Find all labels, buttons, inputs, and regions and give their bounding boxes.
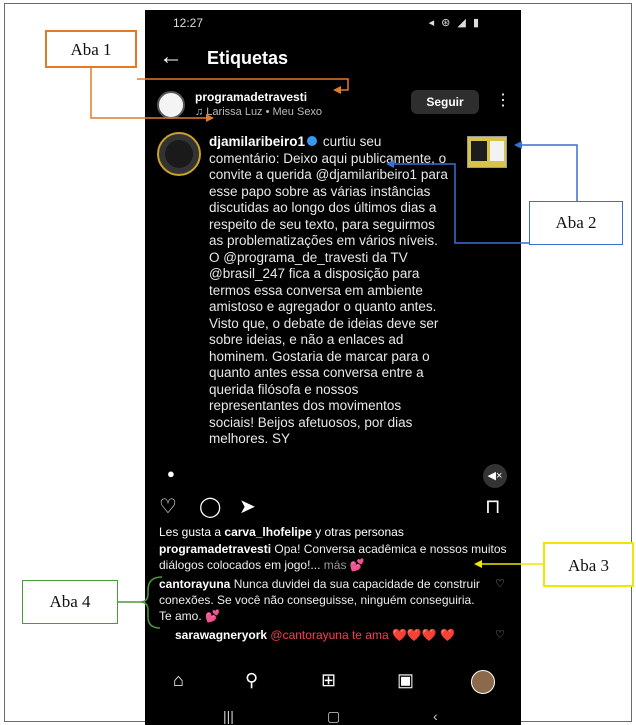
connector-aba-1-b [137, 78, 349, 91]
arrowhead-aba-2 [386, 160, 394, 168]
annotation-connectors [90, 68, 578, 629]
connector-aba-1 [90, 68, 208, 119]
arrowhead-aba-3 [474, 560, 482, 568]
connector-aba-2 [392, 163, 529, 244]
arrowhead-aba-1 [206, 114, 214, 122]
arrowhead-aba-1-b [333, 86, 341, 94]
arrowhead-aba-2-b [514, 141, 522, 149]
connector-aba-2-b [520, 144, 578, 201]
bracket-aba-4 [139, 576, 163, 629]
